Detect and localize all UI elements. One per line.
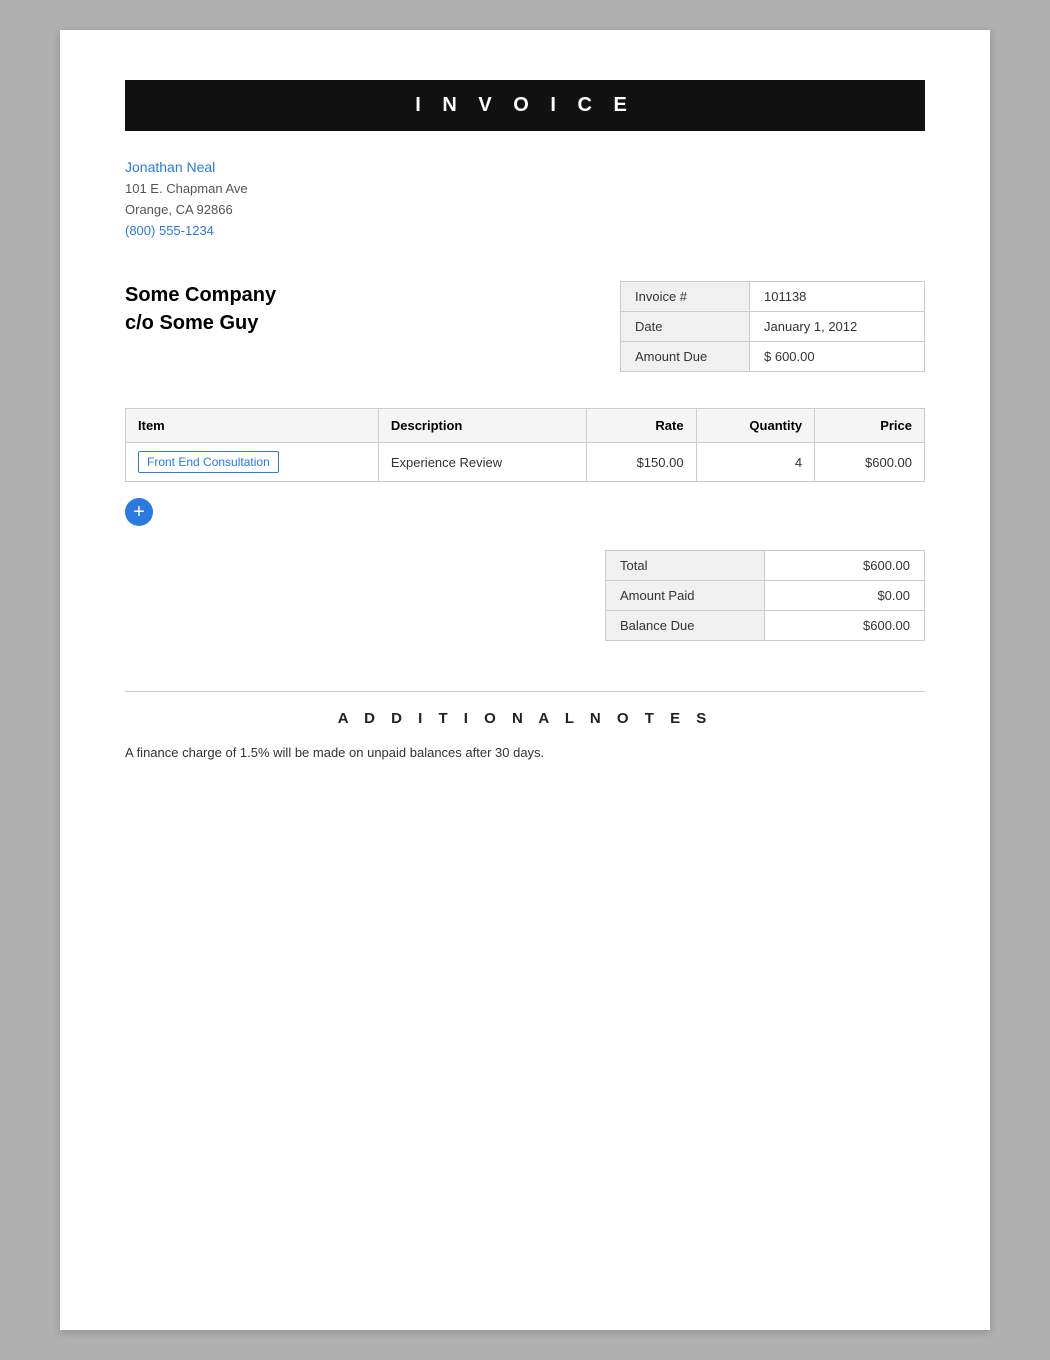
cell-price: $600.00 [815,443,925,482]
balance-due-value: $600.00 [765,611,925,641]
add-row-button[interactable]: + [125,498,153,526]
date-value: January 1, 2012 [750,312,925,342]
amount-paid-value: $0.00 [765,581,925,611]
meta-row-date: Date January 1, 2012 [620,312,925,342]
col-header-quantity: Quantity [696,409,815,443]
bill-to-company: Some Company [125,281,276,309]
amount-due-label: Amount Due [620,342,750,372]
total-value: $600.00 [765,550,925,581]
date-label: Date [620,312,750,342]
items-table: Item Description Rate Quantity Price Fro… [125,408,925,482]
notes-text: A finance charge of 1.5% will be made on… [125,743,925,764]
from-name: Jonathan Neal [125,159,925,175]
table-row: Front End Consultation Experience Review… [126,443,925,482]
invoice-number-label: Invoice # [620,281,750,312]
amount-paid-label: Amount Paid [605,581,765,611]
col-header-description: Description [378,409,586,443]
additional-notes-section: A D D I T I O N A L N O T E S A finance … [125,691,925,764]
totals-section: Total $600.00 Amount Paid $0.00 Balance … [125,550,925,641]
from-address-line2: Orange, CA 92866 [125,200,925,221]
item-tag[interactable]: Front End Consultation [138,451,279,473]
from-address-line1: 101 E. Chapman Ave [125,179,925,200]
meta-row-invoice: Invoice # 101138 [620,281,925,312]
cell-item: Front End Consultation [126,443,379,482]
invoice-title: I N V O I C E [415,94,635,116]
bill-to-contact: c/o Some Guy [125,309,276,337]
totals-table: Total $600.00 Amount Paid $0.00 Balance … [605,550,925,641]
invoice-page: I N V O I C E Jonathan Neal 101 E. Chapm… [60,30,990,1330]
cell-rate: $150.00 [586,443,696,482]
total-label: Total [605,550,765,581]
amount-due-value: $ 600.00 [750,342,925,372]
balance-due-label: Balance Due [605,611,765,641]
invoice-header: I N V O I C E [125,80,925,131]
col-header-rate: Rate [586,409,696,443]
bill-to: Some Company c/o Some Guy [125,281,276,337]
cell-quantity: 4 [696,443,815,482]
cell-description: Experience Review [378,443,586,482]
notes-header: A D D I T I O N A L N O T E S [125,710,925,727]
from-info: Jonathan Neal 101 E. Chapman Ave Orange,… [125,159,925,241]
col-header-price: Price [815,409,925,443]
from-phone: (800) 555-1234 [125,221,925,242]
total-row-total: Total $600.00 [605,550,925,581]
add-icon: + [133,502,145,522]
meta-row-amount-due: Amount Due $ 600.00 [620,342,925,372]
col-header-item: Item [126,409,379,443]
invoice-meta: Invoice # 101138 Date January 1, 2012 Am… [620,281,925,372]
invoice-number-value: 101138 [750,281,925,312]
total-row-balance: Balance Due $600.00 [605,611,925,641]
total-row-paid: Amount Paid $0.00 [605,581,925,611]
bill-section: Some Company c/o Some Guy Invoice # 1011… [125,281,925,372]
